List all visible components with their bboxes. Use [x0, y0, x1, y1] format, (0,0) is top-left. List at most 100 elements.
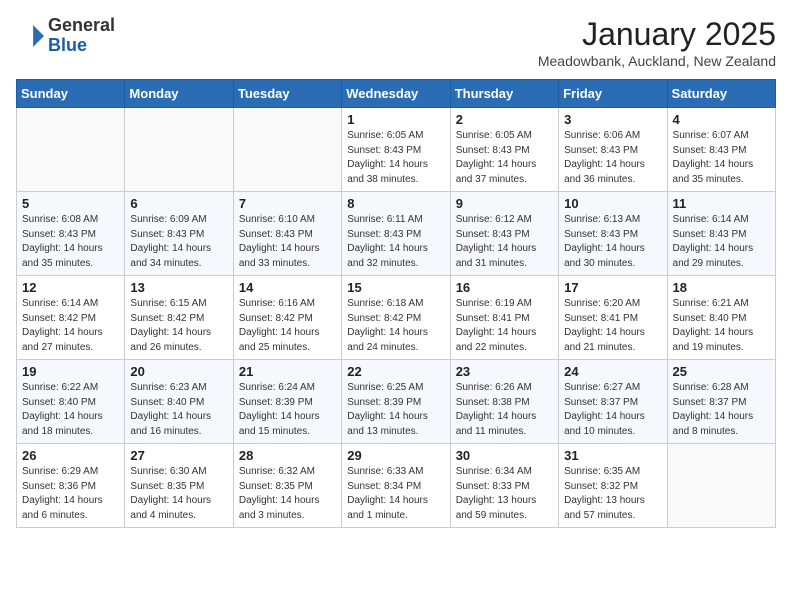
calendar-week-row: 12 Sunrise: 6:14 AM Sunset: 8:42 PM Dayli… — [17, 276, 776, 360]
weekday-header: Sunday — [17, 80, 125, 108]
day-info: Sunrise: 6:30 AM Sunset: 8:35 PM Dayligh… — [130, 465, 227, 523]
day-number: 1 — [347, 112, 444, 127]
logo-text: General Blue — [48, 16, 115, 56]
calendar-week-row: 5Sunrise: 6:08 AM Sunset: 8:43 PM Daylig… — [17, 192, 776, 276]
logo-general: General — [48, 15, 115, 35]
calendar-cell: 26Sunrise: 6:29 AM Sunset: 8:36 PM Dayli… — [17, 444, 125, 528]
page-header: General Blue January 2025 Meadowbank, Au… — [16, 16, 776, 69]
day-number: 3 — [564, 112, 661, 127]
day-info: Sunrise: 6:24 AM Sunset: 8:39 PM Dayligh… — [239, 381, 336, 439]
day-number: 7 — [239, 196, 336, 211]
day-number: 6 — [130, 196, 227, 211]
calendar-cell — [233, 108, 341, 192]
calendar-cell: 12 Sunrise: 6:14 AM Sunset: 8:42 PM Dayli… — [17, 276, 125, 360]
calendar-cell: 7 Sunrise: 6:10 AM Sunset: 8:43 PM Daylig… — [233, 192, 341, 276]
day-number: 13 — [130, 280, 227, 295]
day-info: Sunrise: 6:14 AM Sunset: 8:43 PM Dayligh… — [673, 213, 770, 271]
day-info: Sunrise: 6:07 AM Sunset: 8:43 PM Dayligh… — [673, 129, 770, 187]
logo-icon — [16, 22, 44, 50]
day-number: 23 — [456, 364, 553, 379]
day-number: 20 — [130, 364, 227, 379]
day-info: Sunrise: 6:08 AM Sunset: 8:43 PM Dayligh… — [22, 213, 119, 271]
calendar-cell: 21 Sunrise: 6:24 AM Sunset: 8:39 PM Dayli… — [233, 360, 341, 444]
day-info: Sunrise: 6:32 AM Sunset: 8:35 PM Dayligh… — [239, 465, 336, 523]
weekday-header: Saturday — [667, 80, 775, 108]
weekday-header: Tuesday — [233, 80, 341, 108]
calendar-cell: 10 Sunrise: 6:13 AM Sunset: 8:43 PM Dayli… — [559, 192, 667, 276]
day-info: Sunrise: 6:25 AM Sunset: 8:39 PM Dayligh… — [347, 381, 444, 439]
title-area: January 2025 Meadowbank, Auckland, New Z… — [538, 16, 776, 69]
calendar-cell: 5Sunrise: 6:08 AM Sunset: 8:43 PM Daylig… — [17, 192, 125, 276]
day-number: 22 — [347, 364, 444, 379]
day-number: 9 — [456, 196, 553, 211]
day-info: Sunrise: 6:20 AM Sunset: 8:41 PM Dayligh… — [564, 297, 661, 355]
day-info: Sunrise: 6:28 AM Sunset: 8:37 PM Dayligh… — [673, 381, 770, 439]
calendar-cell: 22 Sunrise: 6:25 AM Sunset: 8:39 PM Dayli… — [342, 360, 450, 444]
calendar-cell: 29 Sunrise: 6:33 AM Sunset: 8:34 PM Dayli… — [342, 444, 450, 528]
calendar-cell: 18 Sunrise: 6:21 AM Sunset: 8:40 PM Dayli… — [667, 276, 775, 360]
calendar-cell: 13 Sunrise: 6:15 AM Sunset: 8:42 PM Dayli… — [125, 276, 233, 360]
calendar-cell — [667, 444, 775, 528]
calendar-cell: 28 Sunrise: 6:32 AM Sunset: 8:35 PM Dayli… — [233, 444, 341, 528]
weekday-header: Monday — [125, 80, 233, 108]
day-number: 15 — [347, 280, 444, 295]
calendar-cell: 19 Sunrise: 6:22 AM Sunset: 8:40 PM Dayli… — [17, 360, 125, 444]
day-number: 26 — [22, 448, 119, 463]
calendar-cell: 1 Sunrise: 6:05 AM Sunset: 8:43 PM Daylig… — [342, 108, 450, 192]
day-info: Sunrise: 6:15 AM Sunset: 8:42 PM Dayligh… — [130, 297, 227, 355]
day-number: 10 — [564, 196, 661, 211]
calendar-week-row: 19 Sunrise: 6:22 AM Sunset: 8:40 PM Dayli… — [17, 360, 776, 444]
day-number: 24 — [564, 364, 661, 379]
calendar-cell: 30Sunrise: 6:34 AM Sunset: 8:33 PM Dayli… — [450, 444, 558, 528]
day-info: Sunrise: 6:26 AM Sunset: 8:38 PM Dayligh… — [456, 381, 553, 439]
day-info: Sunrise: 6:10 AM Sunset: 8:43 PM Dayligh… — [239, 213, 336, 271]
location: Meadowbank, Auckland, New Zealand — [538, 53, 776, 69]
day-info: Sunrise: 6:18 AM Sunset: 8:42 PM Dayligh… — [347, 297, 444, 355]
day-number: 29 — [347, 448, 444, 463]
calendar-cell: 9Sunrise: 6:12 AM Sunset: 8:43 PM Daylig… — [450, 192, 558, 276]
day-number: 21 — [239, 364, 336, 379]
day-number: 12 — [22, 280, 119, 295]
weekday-header: Thursday — [450, 80, 558, 108]
calendar-cell: 23 Sunrise: 6:26 AM Sunset: 8:38 PM Dayli… — [450, 360, 558, 444]
day-number: 14 — [239, 280, 336, 295]
calendar-cell: 24Sunrise: 6:27 AM Sunset: 8:37 PM Dayli… — [559, 360, 667, 444]
calendar-cell: 20Sunrise: 6:23 AM Sunset: 8:40 PM Dayli… — [125, 360, 233, 444]
day-number: 30 — [456, 448, 553, 463]
calendar-cell: 2Sunrise: 6:05 AM Sunset: 8:43 PM Daylig… — [450, 108, 558, 192]
day-info: Sunrise: 6:22 AM Sunset: 8:40 PM Dayligh… — [22, 381, 119, 439]
day-number: 16 — [456, 280, 553, 295]
weekday-header: Wednesday — [342, 80, 450, 108]
day-info: Sunrise: 6:11 AM Sunset: 8:43 PM Dayligh… — [347, 213, 444, 271]
calendar-cell: 31 Sunrise: 6:35 AM Sunset: 8:32 PM Dayli… — [559, 444, 667, 528]
day-number: 17 — [564, 280, 661, 295]
calendar-cell: 8 Sunrise: 6:11 AM Sunset: 8:43 PM Daylig… — [342, 192, 450, 276]
calendar-cell: 11Sunrise: 6:14 AM Sunset: 8:43 PM Dayli… — [667, 192, 775, 276]
logo-blue: Blue — [48, 35, 87, 55]
calendar-cell: 6 Sunrise: 6:09 AM Sunset: 8:43 PM Daylig… — [125, 192, 233, 276]
calendar-cell: 3Sunrise: 6:06 AM Sunset: 8:43 PM Daylig… — [559, 108, 667, 192]
day-number: 27 — [130, 448, 227, 463]
day-number: 19 — [22, 364, 119, 379]
weekday-header-row: SundayMondayTuesdayWednesdayThursdayFrid… — [17, 80, 776, 108]
calendar: SundayMondayTuesdayWednesdayThursdayFrid… — [16, 79, 776, 528]
weekday-header: Friday — [559, 80, 667, 108]
day-number: 25 — [673, 364, 770, 379]
calendar-cell: 4 Sunrise: 6:07 AM Sunset: 8:43 PM Daylig… — [667, 108, 775, 192]
day-info: Sunrise: 6:05 AM Sunset: 8:43 PM Dayligh… — [347, 129, 444, 187]
calendar-cell: 15 Sunrise: 6:18 AM Sunset: 8:42 PM Dayli… — [342, 276, 450, 360]
day-number: 18 — [673, 280, 770, 295]
day-info: Sunrise: 6:05 AM Sunset: 8:43 PM Dayligh… — [456, 129, 553, 187]
day-number: 4 — [673, 112, 770, 127]
day-info: Sunrise: 6:14 AM Sunset: 8:42 PM Dayligh… — [22, 297, 119, 355]
day-number: 31 — [564, 448, 661, 463]
day-info: Sunrise: 6:09 AM Sunset: 8:43 PM Dayligh… — [130, 213, 227, 271]
day-info: Sunrise: 6:33 AM Sunset: 8:34 PM Dayligh… — [347, 465, 444, 523]
day-number: 8 — [347, 196, 444, 211]
day-info: Sunrise: 6:21 AM Sunset: 8:40 PM Dayligh… — [673, 297, 770, 355]
day-info: Sunrise: 6:35 AM Sunset: 8:32 PM Dayligh… — [564, 465, 661, 523]
calendar-cell: 25 Sunrise: 6:28 AM Sunset: 8:37 PM Dayli… — [667, 360, 775, 444]
day-number: 28 — [239, 448, 336, 463]
day-info: Sunrise: 6:13 AM Sunset: 8:43 PM Dayligh… — [564, 213, 661, 271]
logo: General Blue — [16, 16, 115, 56]
